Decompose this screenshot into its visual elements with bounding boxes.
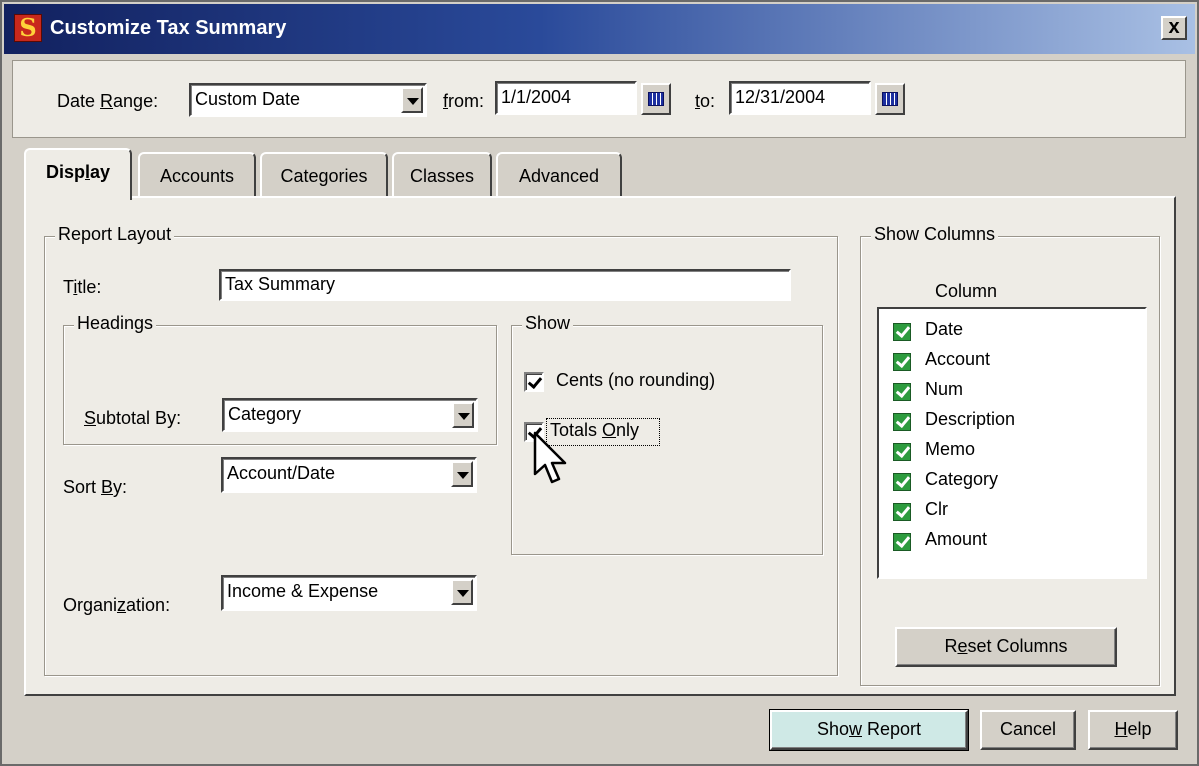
column-name: Description: [925, 409, 1016, 429]
headings-group: Headings Subtotal By: Category: [63, 313, 497, 445]
tab-classes[interactable]: Classes: [392, 152, 492, 198]
mouse-pointer-icon: [533, 431, 567, 484]
column-name: Amount: [925, 529, 988, 549]
help-button[interactable]: Help: [1088, 710, 1178, 750]
show-columns-title: Show Columns: [871, 224, 999, 245]
dropdown-arrow-icon[interactable]: [451, 461, 473, 487]
show-title: Show: [522, 313, 574, 334]
tab-advanced[interactable]: Advanced: [496, 152, 622, 198]
dropdown-arrow-icon[interactable]: [451, 579, 473, 605]
date-range-label: Date Range:: [57, 91, 159, 111]
checkmark-icon[interactable]: [893, 413, 911, 431]
date-range-select[interactable]: Custom Date: [189, 83, 427, 117]
column-name: Category: [925, 469, 999, 489]
tab-panel-display: Report Layout Title: Tax Summary Heading…: [24, 196, 1176, 696]
tab-categories[interactable]: Categories: [260, 152, 388, 198]
title-input[interactable]: Tax Summary: [219, 269, 791, 301]
calendar-icon: [882, 92, 898, 106]
report-layout-group: Report Layout Title: Tax Summary Heading…: [44, 224, 838, 676]
date-range-value: Custom Date: [195, 89, 301, 109]
cancel-button[interactable]: Cancel: [980, 710, 1076, 750]
reset-columns-button[interactable]: Reset Columns: [895, 627, 1117, 667]
columns-list[interactable]: Date Account Num Description Memo Catego…: [877, 307, 1147, 579]
column-name: Account: [925, 349, 991, 369]
date-range-panel: Date Range: Custom Date from: 1/1/2004 t…: [12, 60, 1186, 138]
checkmark-icon[interactable]: [893, 383, 911, 401]
to-date-value: 12/31/2004: [735, 87, 826, 107]
subtotal-select[interactable]: Category: [222, 398, 478, 432]
show-report-button[interactable]: Show Report: [769, 709, 969, 751]
checkmark-icon[interactable]: [893, 443, 911, 461]
checkmark-icon[interactable]: [893, 503, 911, 521]
organization-select[interactable]: Income & Expense: [221, 575, 477, 611]
headings-title: Headings: [74, 313, 157, 334]
cents-checkbox[interactable]: [524, 372, 544, 392]
close-button[interactable]: x: [1161, 16, 1187, 40]
column-header: Column: [935, 281, 998, 301]
calendar-icon: [648, 92, 664, 106]
to-calendar-button[interactable]: [875, 83, 905, 115]
from-date-value: 1/1/2004: [501, 87, 572, 107]
cents-label[interactable]: Cents (no rounding): [556, 370, 715, 391]
from-label: from:: [443, 91, 485, 111]
subtotal-label: Subtotal By:: [84, 408, 182, 428]
subtotal-value: Category: [228, 404, 302, 424]
close-icon: x: [1168, 16, 1180, 38]
dropdown-arrow-icon[interactable]: [452, 402, 474, 428]
organization-value: Income & Expense: [227, 581, 379, 601]
window-title: Customize Tax Summary: [50, 17, 287, 39]
tab-display[interactable]: Display: [24, 148, 132, 200]
report-layout-title: Report Layout: [55, 224, 175, 245]
column-name: Memo: [925, 439, 976, 459]
tab-accounts[interactable]: Accounts: [138, 152, 256, 198]
dialog-window: S Customize Tax Summary x Date Range: Cu…: [0, 0, 1199, 766]
organization-label: Organization:: [63, 595, 171, 615]
to-date-input[interactable]: 12/31/2004: [729, 81, 871, 115]
from-date-input[interactable]: 1/1/2004: [495, 81, 637, 115]
checkmark-icon[interactable]: [893, 533, 911, 551]
dropdown-arrow-icon[interactable]: [401, 87, 423, 113]
sort-by-select[interactable]: Account/Date: [221, 457, 477, 493]
checkmark-icon[interactable]: [893, 323, 911, 341]
column-name: Date: [925, 319, 964, 339]
app-logo-icon: S: [14, 14, 42, 42]
title-bar[interactable]: S Customize Tax Summary x: [4, 4, 1195, 54]
checkmark-icon[interactable]: [893, 353, 911, 371]
show-columns-group: Show Columns Column Date Account Num Des: [860, 224, 1160, 686]
sort-by-value: Account/Date: [227, 463, 336, 483]
sort-by-label: Sort By:: [63, 477, 128, 497]
checkmark-icon[interactable]: [893, 473, 911, 491]
from-calendar-button[interactable]: [641, 83, 671, 115]
title-value: Tax Summary: [225, 274, 336, 294]
title-label: Title:: [63, 277, 102, 297]
to-label: to:: [695, 91, 716, 111]
column-name: Num: [925, 379, 964, 399]
column-name: Clr: [925, 499, 948, 519]
